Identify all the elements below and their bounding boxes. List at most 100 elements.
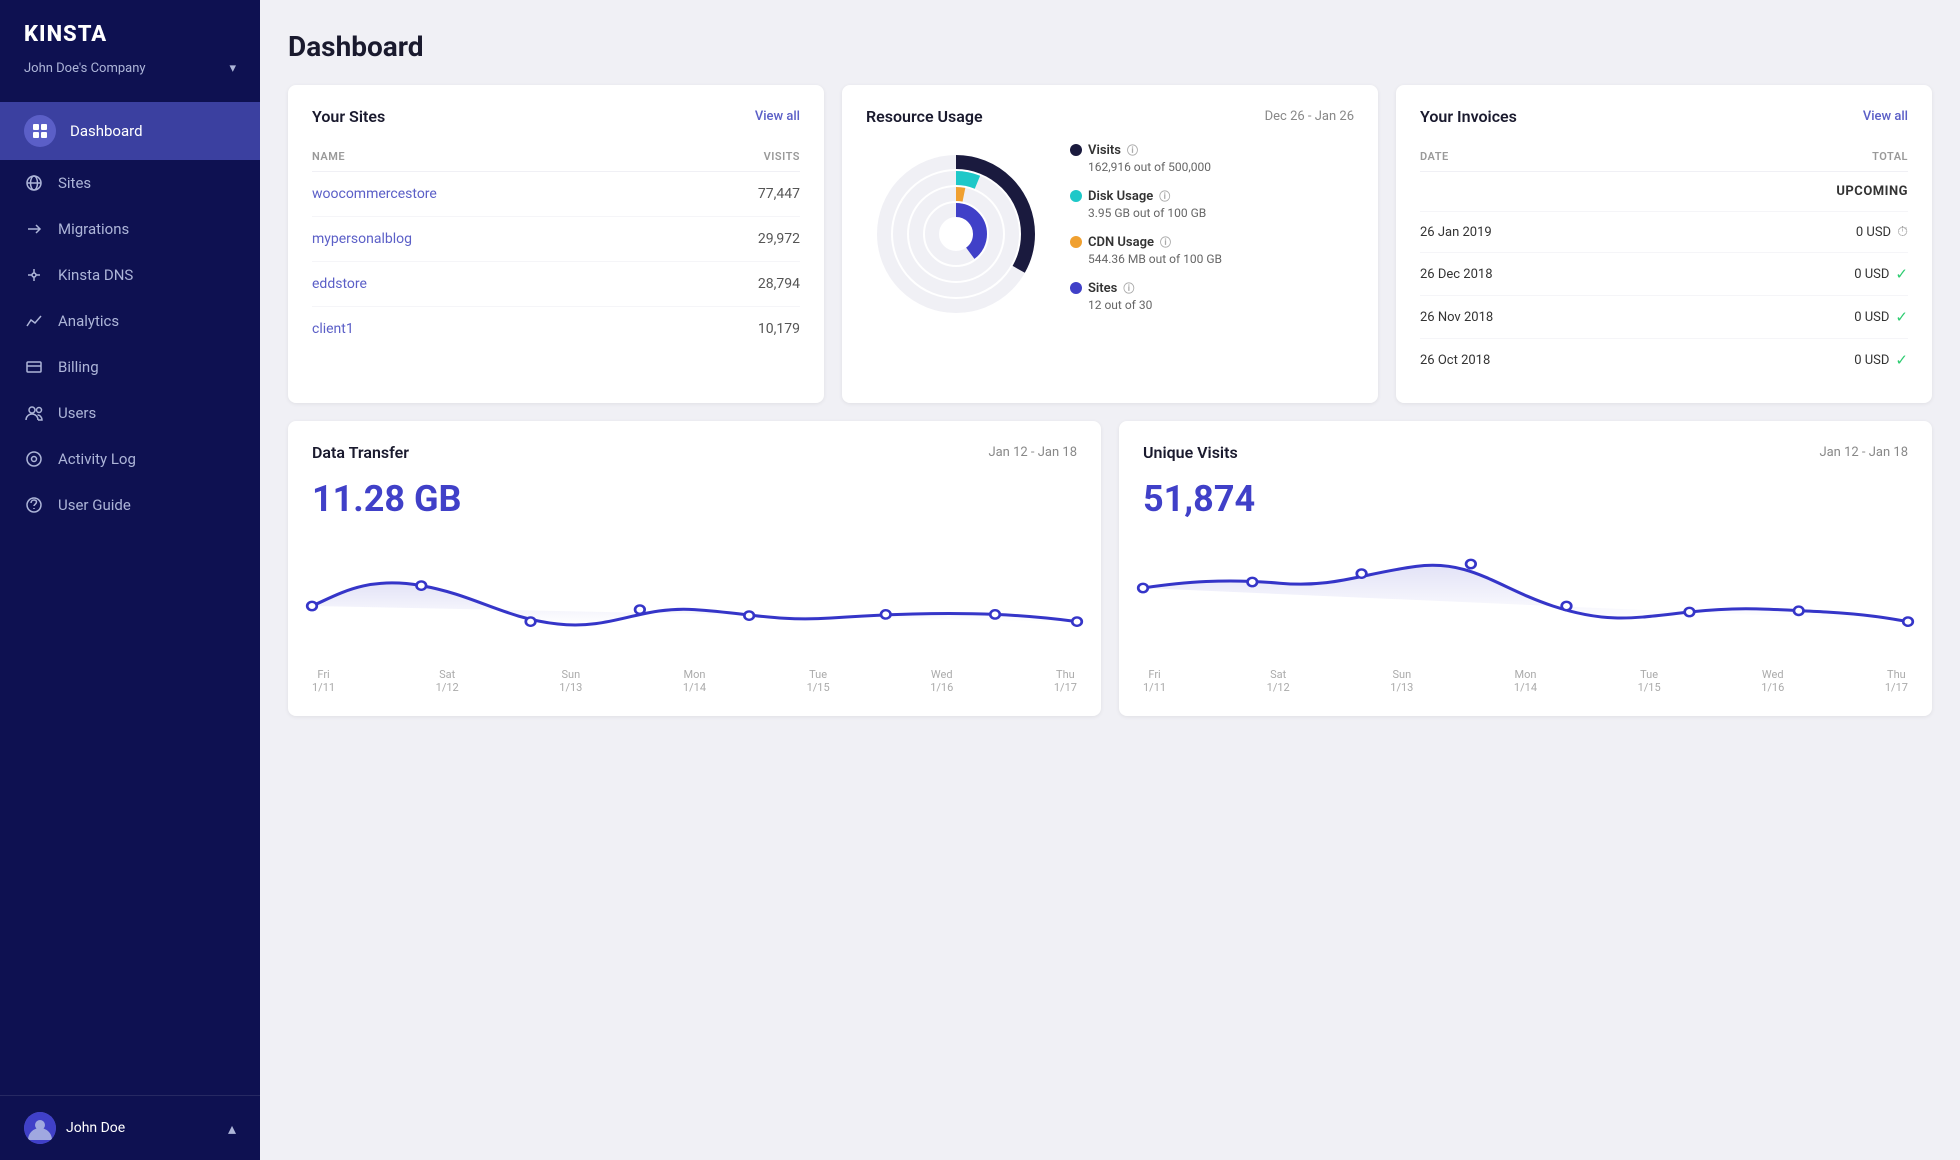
x-label: Sun1/13 [1390, 668, 1413, 694]
user-info: John Doe [24, 1112, 125, 1144]
bottom-grid: Data Transfer Jan 12 - Jan 18 11.28 GB [288, 421, 1932, 716]
legend-cdn: CDN Usage ⓘ 544.36 MB out of 100 GB [1070, 234, 1354, 266]
resource-usage-header: Resource Usage Dec 26 - Jan 26 [866, 107, 1354, 126]
sidebar-item-dashboard[interactable]: Dashboard [0, 102, 260, 160]
table-row: 26 Nov 2018 0 USD ✓ [1420, 296, 1908, 339]
resource-usage-date: Dec 26 - Jan 26 [1265, 109, 1354, 124]
your-sites-header: Your Sites View all [312, 107, 800, 126]
unique-visits-date: Jan 12 - Jan 18 [1819, 445, 1908, 460]
invoices-tbody: UPCOMING 26 Jan 2019 0 USD ⏱ 26 Dec 2018… [1420, 172, 1908, 382]
data-transfer-chart [312, 540, 1077, 660]
logo-text: KINSTA [24, 22, 236, 47]
sidebar-item-label: Sites [58, 174, 91, 192]
sidebar-footer[interactable]: John Doe ▴ [0, 1095, 260, 1160]
sidebar-company[interactable]: John Doe's Company ▾ [0, 57, 260, 94]
site-link[interactable]: woocommercestore [312, 186, 437, 202]
data-transfer-value: 11.28 GB [312, 478, 1077, 520]
cdn-help-icon[interactable]: ⓘ [1160, 234, 1171, 250]
legend-disk: Disk Usage ⓘ 3.95 GB out of 100 GB [1070, 188, 1354, 220]
unique-visits-x-axis: Fri1/11Sat1/12Sun1/13Mon1/14Tue1/15Wed1/… [1143, 660, 1908, 694]
chevron-up-icon: ▴ [228, 1119, 236, 1138]
x-label: Mon1/14 [683, 668, 706, 694]
legend-sites-label: Sites [1088, 281, 1117, 296]
sidebar-item-label: Kinsta DNS [58, 266, 133, 284]
site-link[interactable]: mypersonalblog [312, 231, 412, 247]
dashboard-icon [24, 115, 56, 147]
avatar [24, 1112, 56, 1144]
your-invoices-view-all[interactable]: View all [1863, 109, 1908, 124]
legend-cdn-value: 544.36 MB out of 100 GB [1070, 252, 1354, 266]
your-sites-title: Your Sites [312, 107, 385, 126]
x-label: Tue1/15 [807, 668, 830, 694]
x-label: Thu1/17 [1054, 668, 1077, 694]
invoice-date: 26 Oct 2018 [1420, 339, 1701, 382]
legend-sites-value: 12 out of 30 [1070, 298, 1354, 312]
main-content: Dashboard Your Sites View all NAME VISIT… [260, 0, 1960, 1160]
sidebar-item-user-guide[interactable]: User Guide [0, 482, 260, 528]
data-transfer-card: Data Transfer Jan 12 - Jan 18 11.28 GB [288, 421, 1101, 716]
x-label: Thu1/17 [1885, 668, 1908, 694]
table-row: eddstore 28,794 [312, 262, 800, 307]
table-row: 26 Dec 2018 0 USD ✓ [1420, 253, 1908, 296]
sidebar-item-label: Activity Log [58, 450, 136, 468]
data-transfer-title: Data Transfer [312, 443, 409, 462]
table-row: 26 Jan 2019 0 USD ⏱ [1420, 212, 1908, 253]
migrations-icon [24, 219, 44, 239]
your-sites-view-all[interactable]: View all [755, 109, 800, 124]
sidebar-item-label: Users [58, 404, 96, 422]
legend-visits-label: Visits [1088, 143, 1121, 158]
legend-visits-value: 162,916 out of 500,000 [1070, 160, 1354, 174]
site-link[interactable]: client1 [312, 321, 354, 337]
disk-help-icon[interactable]: ⓘ [1159, 188, 1170, 204]
resource-legend: Visits ⓘ 162,916 out of 500,000 Disk Usa… [1070, 142, 1354, 326]
top-grid: Your Sites View all NAME VISITS woocomme… [288, 85, 1932, 403]
page-title: Dashboard [288, 30, 1932, 63]
invoice-date: 26 Jan 2019 [1420, 212, 1701, 253]
your-sites-card: Your Sites View all NAME VISITS woocomme… [288, 85, 824, 403]
x-label: Sun1/13 [559, 668, 582, 694]
legend-visits: Visits ⓘ 162,916 out of 500,000 [1070, 142, 1354, 174]
user-guide-icon [24, 495, 44, 515]
sidebar-item-label: Dashboard [70, 122, 143, 140]
sidebar-item-sites[interactable]: Sites [0, 160, 260, 206]
sidebar-item-kinsta-dns[interactable]: Kinsta DNS [0, 252, 260, 298]
your-invoices-title: Your Invoices [1420, 107, 1517, 126]
x-label: Tue1/15 [1638, 668, 1661, 694]
company-name: John Doe's Company [24, 61, 146, 76]
x-label: Sat1/12 [1267, 668, 1290, 694]
table-row: mypersonalblog 29,972 [312, 217, 800, 262]
clock-icon: ⏱ [1897, 224, 1908, 240]
check-icon: ✓ [1895, 265, 1908, 283]
table-row: woocommercestore 77,447 [312, 172, 800, 217]
resource-usage-title: Resource Usage [866, 107, 983, 126]
check-icon: ✓ [1895, 308, 1908, 326]
sidebar-item-migrations[interactable]: Migrations [0, 206, 260, 252]
sites-icon [24, 173, 44, 193]
table-row: client1 10,179 [312, 307, 800, 352]
dns-icon [24, 265, 44, 285]
invoices-col-date: DATE [1420, 142, 1701, 172]
unique-visits-chart [1143, 540, 1908, 660]
sidebar-item-analytics[interactable]: Analytics [0, 298, 260, 344]
x-label: Mon1/14 [1514, 668, 1537, 694]
sidebar-item-billing[interactable]: Billing [0, 344, 260, 390]
invoices-table: DATE TOTAL UPCOMING 26 Jan 2019 0 USD ⏱ … [1420, 142, 1908, 381]
site-link[interactable]: eddstore [312, 276, 367, 292]
sidebar-item-activity-log[interactable]: Activity Log [0, 436, 260, 482]
sites-col-visits: VISITS [677, 142, 800, 172]
sites-col-name: NAME [312, 142, 677, 172]
x-label: Fri1/11 [1143, 668, 1166, 694]
visits-help-icon[interactable]: ⓘ [1127, 142, 1138, 158]
data-transfer-date: Jan 12 - Jan 18 [988, 445, 1077, 460]
sites-help-icon[interactable]: ⓘ [1123, 280, 1134, 296]
analytics-icon [24, 311, 44, 331]
sidebar-item-label: Billing [58, 358, 99, 376]
legend-cdn-label: CDN Usage [1088, 235, 1154, 250]
activity-log-icon [24, 449, 44, 469]
upcoming-label-row: UPCOMING [1420, 172, 1908, 212]
table-row: 26 Oct 2018 0 USD ✓ [1420, 339, 1908, 382]
check-icon: ✓ [1895, 351, 1908, 369]
sidebar-item-users[interactable]: Users [0, 390, 260, 436]
sidebar: KINSTA John Doe's Company ▾ Dashboard [0, 0, 260, 1160]
user-name: John Doe [66, 1120, 125, 1136]
